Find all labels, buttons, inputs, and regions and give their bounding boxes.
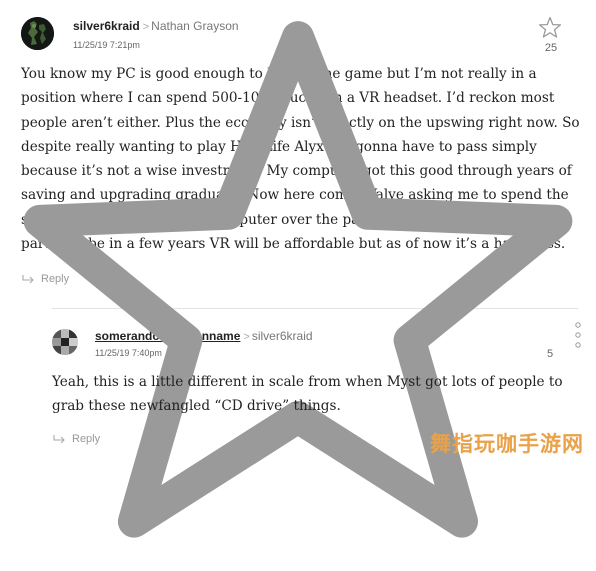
- comment-body: Yeah, this is a little different in scal…: [52, 374, 563, 415]
- star-count: 5: [546, 348, 554, 360]
- reply-label: Reply: [72, 433, 101, 445]
- star-icon[interactable]: [0, 0, 596, 571]
- reply-button[interactable]: Reply: [53, 433, 100, 445]
- reply-arrow-icon: [53, 434, 65, 443]
- kebab-menu-icon[interactable]: [575, 321, 581, 349]
- watermark: 舞指玩咖手游网: [430, 433, 584, 456]
